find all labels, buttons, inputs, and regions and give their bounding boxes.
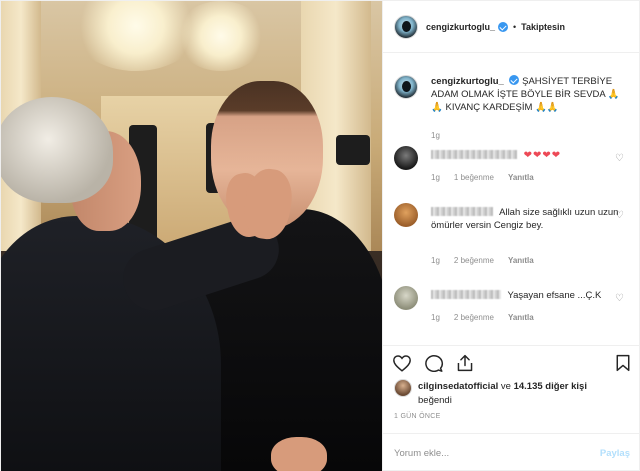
verified-badge-icon — [498, 21, 509, 32]
post-timestamp[interactable]: 1 GÜN ÖNCE — [394, 413, 441, 420]
comment-meta: 1g 2 beğenme Yanıtla — [431, 256, 534, 265]
add-comment-bar: Yorum ekle... Paylaş — [383, 433, 640, 471]
caption-emoji-end: 🙏🙏 — [535, 102, 559, 113]
likes-suffix: beğendi — [418, 395, 452, 406]
username-link[interactable]: cengizkurtoglu_ — [426, 22, 495, 32]
caption-text: cengizkurtoglu_ ŞAHSİYET TERBİYE ADAM OL… — [431, 75, 621, 114]
comment-time[interactable]: 1g — [431, 173, 440, 182]
reply-button[interactable]: Yanıtla — [508, 313, 534, 322]
comment-like-heart-icon[interactable]: ♡ — [615, 154, 625, 164]
caption-username[interactable]: cengizkurtoglu_ — [431, 76, 504, 87]
reply-button[interactable]: Yanıtla — [508, 256, 534, 265]
avatar[interactable] — [394, 14, 418, 39]
comment-meta: 1g 2 beğenme Yanıtla — [431, 313, 534, 322]
photo-chandelier — [176, 1, 266, 71]
bookmark-icon[interactable] — [615, 354, 631, 372]
photo-camera — [336, 135, 370, 165]
comment-body: Yaşayan efsane ...Ç.K — [507, 290, 602, 301]
caption-time[interactable]: 1g — [431, 131, 440, 140]
likes-others-link[interactable]: 14.135 diğer kişi — [514, 381, 587, 392]
comment-time[interactable]: 1g — [431, 313, 440, 322]
caption-line2: ADAM OLMAK İŞTE BÖYLE BİR SEVDA — [431, 89, 606, 100]
caption-line3: KIVANÇ KARDEŞİM — [445, 102, 533, 113]
comment-text: Yaşayan efsane ...Ç.K — [431, 289, 621, 302]
blurred-username[interactable] — [431, 150, 517, 159]
blurred-username[interactable] — [431, 207, 493, 216]
post-photo[interactable] — [1, 1, 382, 471]
verified-badge-icon — [509, 75, 520, 85]
avatar[interactable] — [394, 286, 418, 310]
heart-icon[interactable] — [392, 354, 412, 372]
post-header: cengizkurtoglu_ • Takiptesin — [383, 1, 640, 53]
comment-text: Allah size sağlıklı uzun uzun ömürler ve… — [431, 206, 621, 232]
comment-hearts: ❤❤❤❤ — [523, 150, 562, 161]
caption-meta: 1g — [431, 131, 440, 140]
following-button[interactable]: Takiptesin — [521, 22, 565, 32]
comment-time[interactable]: 1g — [431, 256, 440, 265]
comment-meta: 1g 1 beğenme Yanıtla — [431, 173, 534, 182]
avatar[interactable] — [394, 146, 418, 170]
avatar[interactable] — [394, 379, 412, 397]
comment-like-heart-icon[interactable]: ♡ — [615, 211, 625, 221]
reply-button[interactable]: Yanıtla — [508, 173, 534, 182]
likes-connector: ve — [500, 381, 511, 392]
liker-username[interactable]: cilginsedatofficial — [418, 381, 498, 392]
share-icon[interactable] — [455, 354, 475, 372]
instagram-post: cengizkurtoglu_ • Takiptesin cengizkurto… — [0, 0, 640, 471]
action-bar — [383, 345, 640, 379]
avatar[interactable] — [394, 75, 418, 99]
comment-text: ❤❤❤❤ — [431, 149, 621, 162]
caption-line1: ŞAHSİYET TERBİYE — [522, 76, 613, 87]
comment-like-heart-icon[interactable]: ♡ — [615, 294, 625, 304]
avatar[interactable] — [394, 203, 418, 227]
photo-hand — [271, 437, 327, 471]
comment-likes[interactable]: 2 beğenme — [454, 313, 494, 322]
likes-summary: cilginsedatofficial ve 14.135 diğer kişi… — [394, 379, 634, 409]
comment-icon[interactable] — [424, 354, 444, 372]
separator-dot: • — [513, 21, 517, 32]
comment-likes[interactable]: 1 beğenme — [454, 173, 494, 182]
comment-likes[interactable]: 2 beğenme — [454, 256, 494, 265]
likes-text: cilginsedatofficial ve 14.135 diğer kişi… — [418, 380, 633, 408]
photo-person-left-hair — [1, 97, 113, 203]
post-sidebar: cengizkurtoglu_ • Takiptesin cengizkurto… — [382, 1, 640, 471]
comments-list[interactable]: cengizkurtoglu_ ŞAHSİYET TERBİYE ADAM OL… — [383, 53, 640, 345]
comment-input[interactable]: Yorum ekle... — [394, 448, 449, 459]
blurred-username[interactable] — [431, 290, 501, 299]
post-comment-button[interactable]: Paylaş — [600, 448, 630, 459]
